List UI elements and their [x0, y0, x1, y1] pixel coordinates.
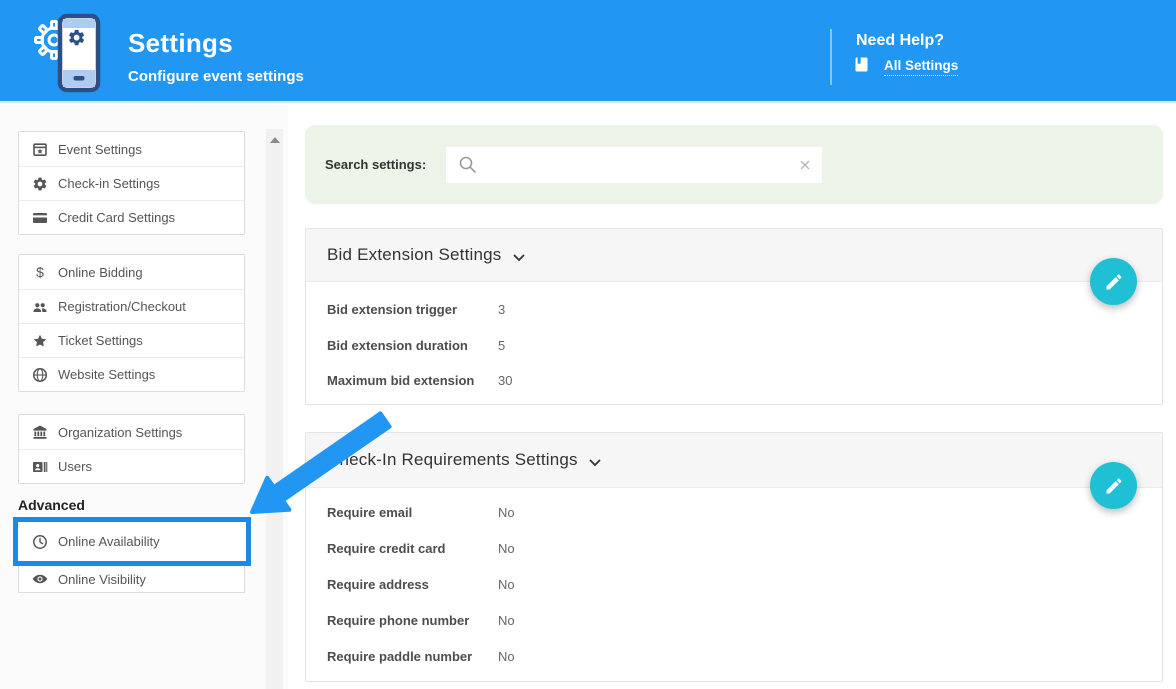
- sidebar-item-label: Registration/Checkout: [58, 299, 186, 314]
- card-body: Bid extension trigger 3 Bid extension du…: [306, 282, 1162, 399]
- sidebar-group-event: Event Settings Check-in Settings Credit …: [18, 131, 245, 235]
- scroll-up-icon[interactable]: [270, 137, 280, 143]
- gear-icon: [31, 176, 49, 192]
- bid-extension-settings-card: Bid Extension Settings Bid extension tri…: [305, 228, 1163, 405]
- field-value: No: [498, 649, 515, 664]
- field-label: Require phone number: [327, 613, 498, 628]
- page-header: Settings Configure event settings Need H…: [0, 0, 1176, 103]
- settings-page: Settings Configure event settings Need H…: [0, 0, 1176, 689]
- field-row: Bid extension trigger 3: [327, 292, 1162, 328]
- field-value: No: [498, 541, 515, 556]
- field-row: Require address No: [327, 566, 1162, 602]
- dollar-icon: $: [31, 264, 49, 280]
- star-icon: [31, 333, 49, 349]
- sidebar-item-organization-settings[interactable]: Organization Settings: [19, 415, 244, 449]
- sidebar-scrollbar[interactable]: [266, 129, 283, 689]
- field-label: Bid extension trigger: [327, 302, 498, 317]
- field-row: Bid extension duration 5: [327, 328, 1162, 364]
- page-subtitle: Configure event settings: [128, 68, 304, 85]
- field-value: 30: [498, 373, 512, 388]
- card-header-bid-extension[interactable]: Bid Extension Settings: [306, 229, 1162, 282]
- sidebar-item-online-visibility[interactable]: Online Visibility: [18, 566, 245, 593]
- search-box: [445, 146, 823, 184]
- sidebar-item-label: Website Settings: [58, 367, 155, 382]
- advanced-section-label: Advanced: [18, 497, 85, 513]
- sidebar-item-registration-checkout[interactable]: Registration/Checkout: [19, 289, 244, 323]
- sidebar-item-ticket-settings[interactable]: Ticket Settings: [19, 323, 244, 357]
- clear-search-icon[interactable]: [798, 158, 812, 172]
- sidebar-item-checkin-settings[interactable]: Check-in Settings: [19, 166, 244, 200]
- field-value: 3: [498, 302, 505, 317]
- card-title: Bid Extension Settings: [327, 245, 502, 265]
- pencil-icon: [1104, 476, 1124, 496]
- clock-icon: [31, 534, 49, 550]
- globe-icon: [31, 367, 49, 383]
- field-value: No: [498, 505, 515, 520]
- credit-card-icon: [31, 210, 49, 226]
- field-value: No: [498, 613, 515, 628]
- sidebar-item-event-settings[interactable]: Event Settings: [19, 132, 244, 166]
- sidebar-item-label: Credit Card Settings: [58, 210, 175, 225]
- sidebar-item-online-bidding[interactable]: $ Online Bidding: [19, 255, 244, 289]
- edit-checkin-requirements-button[interactable]: [1090, 462, 1137, 509]
- sidebar-item-website-settings[interactable]: Website Settings: [19, 357, 244, 391]
- card-header-checkin-requirements[interactable]: Check-In Requirements Settings: [306, 433, 1162, 488]
- field-label: Require email: [327, 505, 498, 520]
- sidebar-item-label: Users: [58, 459, 92, 474]
- sidebar-item-credit-card-settings[interactable]: Credit Card Settings: [19, 200, 244, 234]
- card-body: Require email No Require credit card No …: [306, 488, 1162, 674]
- page-title: Settings: [128, 28, 233, 59]
- sidebar-group-org: Organization Settings Users: [18, 414, 245, 484]
- sidebar-item-label: Online Visibility: [58, 572, 146, 587]
- need-help-heading: Need Help?: [856, 32, 944, 50]
- field-row: Require phone number No: [327, 602, 1162, 638]
- card-title: Check-In Requirements Settings: [327, 450, 578, 470]
- field-label: Maximum bid extension: [327, 373, 498, 388]
- field-label: Require paddle number: [327, 649, 498, 664]
- header-divider: [830, 29, 832, 85]
- sidebar-item-online-availability[interactable]: Online Availability: [13, 517, 251, 566]
- contacts-icon: [31, 459, 49, 475]
- checkin-requirements-settings-card: Check-In Requirements Settings Require e…: [305, 432, 1163, 682]
- field-label: Require address: [327, 577, 498, 592]
- sidebar-item-label: Online Availability: [58, 534, 160, 549]
- bank-icon: [31, 424, 49, 440]
- field-row: Require email No: [327, 494, 1162, 530]
- all-settings-link[interactable]: All Settings: [884, 58, 958, 76]
- field-row: Require credit card No: [327, 530, 1162, 566]
- calendar-event-icon: [31, 141, 49, 157]
- field-row: Maximum bid extension 30: [327, 363, 1162, 399]
- eye-icon: [31, 571, 49, 587]
- field-value: No: [498, 577, 515, 592]
- help-links-row: All Settings: [855, 57, 958, 77]
- field-row: Require paddle number No: [327, 638, 1162, 674]
- field-label: Bid extension duration: [327, 338, 498, 353]
- sidebar-item-label: Online Bidding: [58, 265, 143, 280]
- sidebar-item-label: Event Settings: [58, 142, 142, 157]
- sidebar-group-online: $ Online Bidding Registration/Checkout T…: [18, 254, 245, 392]
- people-icon: [31, 299, 49, 315]
- sidebar-item-label: Check-in Settings: [58, 176, 160, 191]
- chevron-down-icon[interactable]: [589, 459, 601, 467]
- search-input[interactable]: [478, 157, 798, 173]
- edit-bid-extension-button[interactable]: [1090, 258, 1137, 305]
- search-settings-panel: Search settings:: [305, 125, 1163, 204]
- book-icon: [855, 57, 868, 77]
- field-label: Require credit card: [327, 541, 498, 556]
- sidebar-item-label: Ticket Settings: [58, 333, 143, 348]
- field-value: 5: [498, 338, 505, 353]
- sidebar-item-label: Organization Settings: [58, 425, 182, 440]
- pencil-icon: [1104, 272, 1124, 292]
- settings-phone-gear-icon: [32, 6, 104, 103]
- chevron-down-icon[interactable]: [513, 254, 525, 262]
- search-icon: [458, 155, 478, 175]
- sidebar-item-users[interactable]: Users: [19, 449, 244, 483]
- search-settings-label: Search settings:: [325, 157, 426, 172]
